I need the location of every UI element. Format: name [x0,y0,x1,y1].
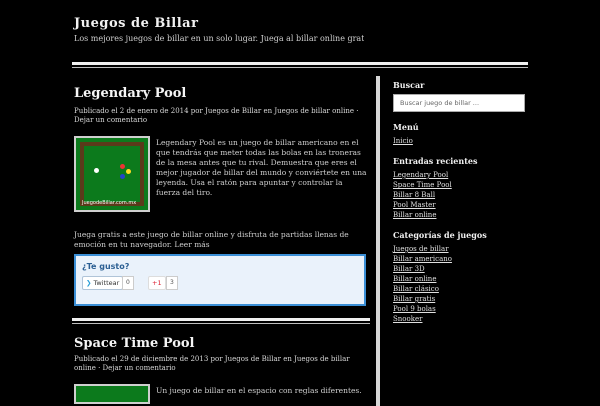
post-excerpt-continued: Juega gratis a este juego de billar onli… [74,230,349,249]
categories-widget-title: Categorías de juegos [393,230,487,240]
recent-link[interactable]: Billar 8 Ball [393,190,528,200]
gplus-count: 3 [166,276,178,290]
post-title[interactable]: Space Time Pool [74,336,195,351]
thumbnail-caption: JuegodeBillar.com.mx [82,200,137,206]
categories-list: Juegos de billar Billar americano Billar… [393,244,528,324]
post-excerpt: Legendary Pool es un juego de billar ame… [156,138,367,197]
post-thumbnail[interactable]: JuegodeBillar.com.mx [74,136,150,212]
post-excerpt: Un juego de billar en el espacio con reg… [156,386,362,395]
post-divider-thin [72,323,370,324]
category-link[interactable]: Snooker [393,314,528,324]
search-widget-title: Buscar [393,80,425,90]
tweet-button[interactable]: ❯ Twittear [82,276,124,290]
header-divider-thin [72,67,528,68]
recent-link[interactable]: Space Time Pool [393,180,528,190]
category-link[interactable]: Billar 3D [393,264,528,274]
cue-ball [94,168,99,173]
site-title[interactable]: Juegos de Billar [74,16,198,31]
twitter-icon: ❯ [86,279,94,287]
recent-link[interactable]: Legendary Pool [393,170,528,180]
site-description: Los mejores juegos de billar en un solo … [74,34,364,43]
ball [120,164,125,169]
post-legendary-pool: Legendary Pool Publicado el 2 de enero d… [72,82,370,249]
recent-widget-title: Entradas recientes [393,156,478,166]
recent-link[interactable]: Pool Master [393,200,528,210]
category-link[interactable]: Billar americano [393,254,528,264]
category-link[interactable]: Juegos de billar [393,244,528,254]
tweet-count: 0 [122,276,134,290]
recent-link[interactable]: Billar online [393,210,528,220]
sidebar-divider [376,76,380,406]
category-link[interactable]: Billar clásico [393,284,528,294]
sidebar: Buscar Buscar juego de billar ... Menú I… [393,80,528,324]
category-link[interactable]: Billar gratis [393,294,528,304]
post-title[interactable]: Legendary Pool [74,86,370,101]
menu-link-home[interactable]: Inicio [393,136,528,146]
share-title: ¿Te gusto? [82,262,130,271]
post-meta: Publicado el 29 de diciembre de 2013 por… [74,355,350,372]
category-link[interactable]: Pool 9 bolas [393,304,528,314]
share-box: ¿Te gusto? ❯ Twittear 0 +1 3 [74,254,366,306]
search-input[interactable]: Buscar juego de billar ... [393,94,525,112]
header-divider [72,62,528,65]
post-thumbnail[interactable] [74,384,150,404]
post-divider [72,318,370,321]
ball [126,169,131,174]
ball [120,174,125,179]
tweet-label: Twittear [93,279,120,287]
gplus-button[interactable]: +1 [148,276,166,290]
menu-widget-title: Menú [393,122,419,132]
post-meta: Publicado el 2 de enero de 2014 por Jueg… [74,107,359,124]
recent-list: Legendary Pool Space Time Pool Billar 8 … [393,170,528,220]
table-rail [80,142,144,206]
category-link[interactable]: Billar online [393,274,528,284]
